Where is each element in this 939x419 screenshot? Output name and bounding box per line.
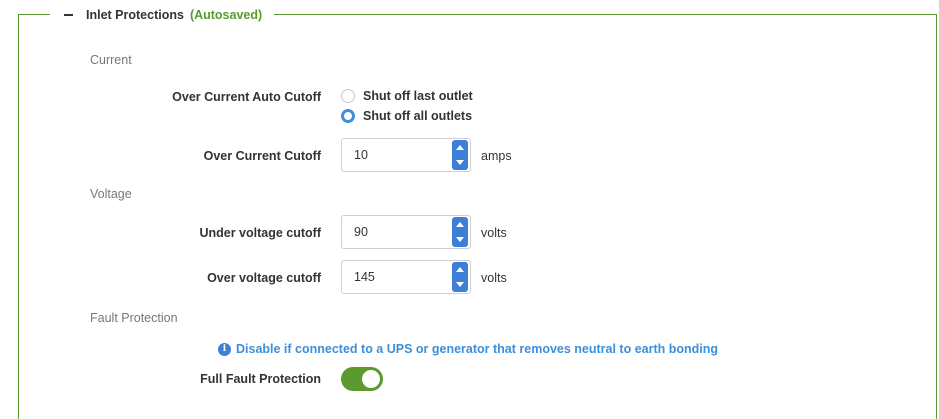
fault-protection-heading: Fault Protection [90,311,178,325]
increment-icon[interactable] [456,267,464,272]
increment-icon[interactable] [456,145,464,150]
amps-unit: amps [481,149,512,163]
under-voltage-cutoff-label: Under voltage cutoff [199,226,321,240]
number-spinner[interactable] [452,262,468,292]
fault-protection-note: i Disable if connected to a UPS or gener… [218,342,718,356]
full-fault-protection-toggle[interactable] [341,367,383,391]
radio-shut-off-last-outlet[interactable]: Shut off last outlet [341,89,473,103]
autosaved-status: (Autosaved) [189,8,263,22]
toggle-knob[interactable] [362,370,380,388]
over-current-cutoff-label: Over Current Cutoff [203,149,321,163]
inlet-protections-panel [18,14,937,419]
over-current-auto-cutoff-label: Over Current Auto Cutoff [172,90,321,104]
current-heading: Current [90,53,132,67]
radio-label-last-outlet: Shut off last outlet [363,89,473,103]
increment-icon[interactable] [456,222,464,227]
radio-shut-off-all-outlets[interactable]: Shut off all outlets [341,109,472,123]
number-spinner[interactable] [452,217,468,247]
under-voltage-cutoff-value[interactable]: 90 [342,225,452,239]
fault-note-text: Disable if connected to a UPS or generat… [236,342,719,356]
voltage-heading: Voltage [90,187,132,201]
decrement-icon[interactable] [456,160,464,165]
over-current-cutoff-input[interactable]: 10 [341,138,471,172]
radio-checked-icon[interactable] [341,109,355,123]
over-voltage-cutoff-label: Over voltage cutoff [207,271,321,285]
section-legend[interactable]: Inlet Protections (Autosaved) [50,5,275,25]
number-spinner[interactable] [452,140,468,170]
under-voltage-cutoff-input[interactable]: 90 [341,215,471,249]
over-voltage-cutoff-value[interactable]: 145 [342,270,452,284]
decrement-icon[interactable] [456,237,464,242]
over-current-cutoff-value[interactable]: 10 [342,148,452,162]
radio-unchecked-icon[interactable] [341,89,355,103]
volts-unit: volts [481,271,507,285]
collapse-icon[interactable] [64,14,73,16]
decrement-icon[interactable] [456,282,464,287]
section-title: Inlet Protections [86,8,184,22]
radio-label-all-outlets: Shut off all outlets [363,109,473,123]
info-icon: i [218,342,231,356]
over-voltage-cutoff-input[interactable]: 145 [341,260,471,294]
full-fault-protection-label: Full Fault Protection [200,372,321,386]
volts-unit: volts [481,226,507,240]
